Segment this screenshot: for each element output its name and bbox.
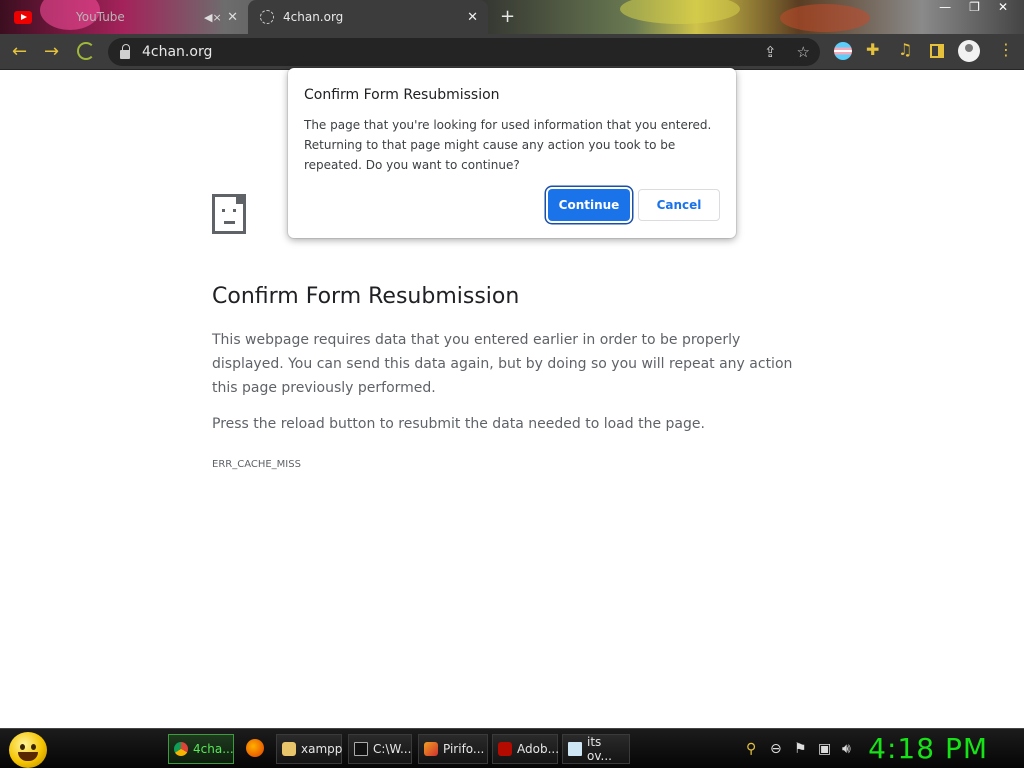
taskbar-button-label: Adob... (517, 742, 560, 756)
tab-strip: YouTube ◀× ✕ 4chan.org ✕ + — ❐ ✕ (0, 0, 1024, 34)
taskbar-button-adobe[interactable]: Adob... (492, 734, 560, 764)
volume-icon[interactable]: 🔊︎ (842, 741, 851, 757)
new-tab-button[interactable]: + (500, 6, 515, 27)
taskbar-button-notepad[interactable]: its ov... (562, 734, 630, 764)
share-icon[interactable]: ⇪ (764, 43, 777, 61)
taskbar-button-label: xampp (301, 742, 343, 756)
action-center-flag-icon[interactable]: ⚑ (794, 741, 807, 757)
smiley-icon[interactable] (9, 732, 47, 768)
continue-button[interactable]: Continue (548, 189, 630, 221)
error-title: Confirm Form Resubmission (212, 284, 520, 309)
tab-title: 4chan.org (283, 10, 344, 24)
tab-youtube[interactable]: YouTube ◀× ✕ (0, 0, 248, 34)
piriform-icon (424, 742, 438, 756)
media-icon[interactable]: ♫ (898, 40, 916, 59)
star-icon[interactable]: ☆ (797, 43, 810, 61)
back-arrow-icon[interactable]: ← (12, 41, 27, 62)
taskbar-button-label: C:\W... (373, 742, 412, 756)
taskbar-button-cmd[interactable]: C:\W... (348, 734, 412, 764)
adobe-icon (498, 742, 512, 756)
taskbar-button-label: 4cha... (193, 742, 234, 756)
error-hint: Press the reload button to resubmit the … (212, 416, 705, 432)
taskbar-button-chrome[interactable]: 4cha... (168, 734, 234, 764)
puzzle-icon[interactable]: ✚ (866, 40, 884, 59)
menu-icon[interactable]: ⋮ (998, 40, 1016, 59)
lock-icon[interactable] (120, 43, 130, 59)
dialog-title: Confirm Form Resubmission (304, 87, 500, 103)
mute-icon[interactable]: ◀× (204, 11, 222, 24)
network-icon[interactable]: ▣ (818, 741, 831, 757)
firefox-icon[interactable] (246, 739, 264, 757)
forward-arrow-icon[interactable]: → (44, 41, 59, 62)
sad-page-icon (212, 194, 246, 234)
taskbar-button-piriform[interactable]: Pirifo... (418, 734, 488, 764)
url-text[interactable]: 4chan.org (142, 44, 212, 60)
taskbar-button-xampp[interactable]: xampp (276, 734, 342, 764)
reload-icon[interactable] (77, 42, 95, 60)
tab-4chan[interactable]: 4chan.org ✕ (248, 0, 488, 34)
minimize-icon[interactable]: — (939, 0, 951, 18)
restore-icon[interactable]: ❐ (969, 0, 980, 18)
folder-icon (282, 742, 296, 756)
taskbar: 4cha... xampp C:\W... Pirifo... Adob... … (0, 728, 1024, 768)
chrome-icon (174, 742, 188, 756)
dialog-message: The page that you're looking for used in… (304, 118, 712, 172)
side-panel-icon[interactable] (930, 44, 944, 58)
search-icon[interactable]: ⚲ (746, 741, 756, 757)
window-controls: — ❐ ✕ (939, 0, 1024, 18)
taskbar-clock[interactable]: 4:18 PM (868, 732, 988, 765)
tab-title: YouTube (76, 10, 125, 24)
browser-toolbar: ← → 4chan.org ⇪ ☆ ✚ ♫ ⋮ (0, 34, 1024, 70)
error-code: ERR_CACHE_MISS (212, 459, 301, 470)
profile-icon[interactable] (958, 40, 980, 62)
cancel-button[interactable]: Cancel (638, 189, 720, 221)
confirm-resubmission-dialog: Confirm Form Resubmission The page that … (288, 68, 736, 238)
close-window-icon[interactable]: ✕ (998, 0, 1008, 18)
taskbar-button-label: Pirifo... (443, 742, 485, 756)
close-tab-icon[interactable]: ✕ (227, 10, 238, 25)
cmd-icon (354, 742, 368, 756)
minus-circle-icon[interactable]: ⊖ (770, 741, 782, 757)
error-description: This webpage requires data that you ente… (212, 332, 793, 396)
taskbar-button-label: its ov... (587, 735, 612, 763)
notepad-icon (568, 742, 582, 756)
address-bar[interactable]: 4chan.org ⇪ ☆ (108, 38, 820, 66)
trans-flag-icon[interactable] (834, 42, 852, 60)
youtube-icon (14, 10, 32, 24)
globe-icon (260, 10, 274, 24)
close-tab-icon[interactable]: ✕ (467, 10, 478, 25)
